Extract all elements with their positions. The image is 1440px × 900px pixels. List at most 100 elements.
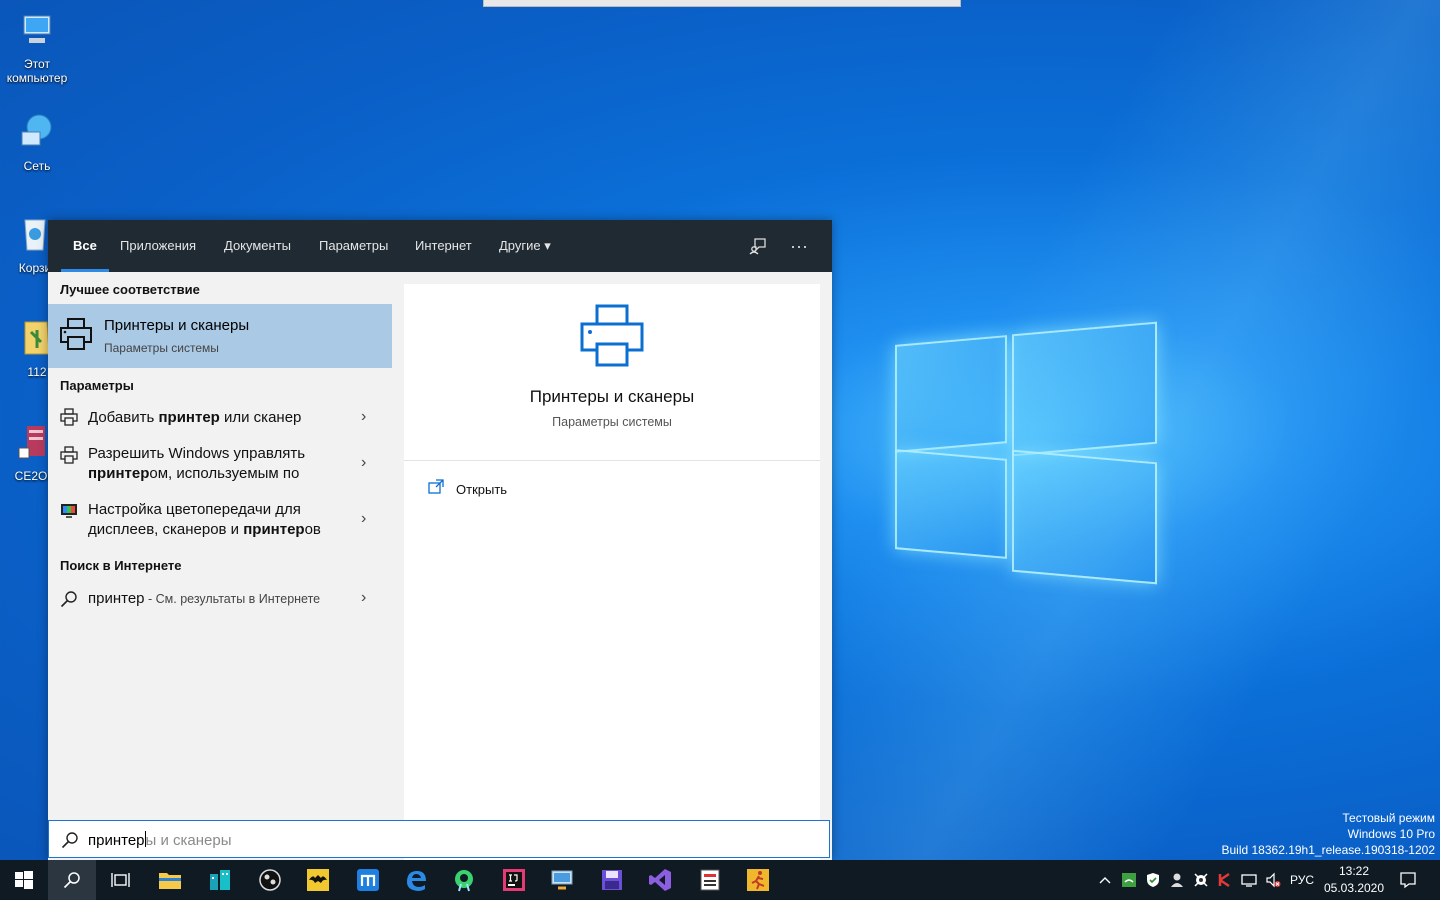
desktop-icon-network[interactable]: Сеть [0, 112, 76, 173]
feedback-icon[interactable] [744, 232, 772, 260]
start-icon [15, 871, 33, 889]
batman-app-icon [307, 869, 329, 891]
watermark-line: Build 18362.19h1_release.190318-1202 [1221, 843, 1435, 857]
search-icon [61, 832, 78, 849]
search-icon [63, 872, 80, 889]
settings-item-label: Разрешить Windows управлять принтером, ис… [88, 445, 306, 482]
open-icon [428, 479, 444, 494]
tab-documents[interactable]: Документы [224, 220, 291, 272]
obs-icon [259, 869, 281, 891]
intellij-icon [503, 869, 525, 891]
obs-button[interactable] [246, 860, 294, 900]
computer-icon [23, 15, 51, 43]
antivirus-icon [1218, 872, 1230, 888]
chevron-right-icon: › [361, 589, 367, 606]
tab-more[interactable]: Другие ▾ [499, 220, 551, 272]
settings-header: Параметры [60, 378, 134, 393]
tray-shield[interactable] [1142, 860, 1164, 900]
tray-agent[interactable] [1166, 860, 1188, 900]
more-icon[interactable]: ··· [785, 232, 813, 260]
preview-pane: Принтеры и сканеры Параметры системы Отк… [404, 284, 820, 860]
maxthon-button[interactable] [344, 860, 392, 900]
search-input-text: принтеры и сканеры [88, 831, 232, 849]
settings-item-color-management[interactable]: Настройка цветопередачи для дисплеев, ска… [48, 498, 392, 544]
tray-wifi-tool[interactable] [1118, 860, 1140, 900]
clock-time: 13:22 [1338, 864, 1370, 878]
network-tool-icon [551, 870, 573, 890]
network-icon [21, 114, 52, 146]
input-language-button[interactable]: РУС [1286, 860, 1318, 900]
chevron-up-icon [1099, 877, 1111, 884]
runner-app-icon [747, 869, 769, 891]
chevron-right-icon: › [361, 408, 367, 425]
save-disk-icon [602, 870, 622, 890]
best-match-title: Принтеры и сканеры [104, 317, 250, 334]
test-mode-watermark: Тестовый режим Windows 10 Pro Build 1836… [1221, 810, 1435, 858]
window-edge [483, 0, 961, 7]
batman-app-button[interactable] [294, 860, 342, 900]
tab-settings[interactable]: Параметры [319, 220, 388, 272]
taskbar-search-button[interactable] [48, 860, 96, 900]
show-hidden-icons-button[interactable] [1094, 860, 1116, 900]
tray-volume[interactable] [1262, 860, 1284, 900]
file-explorer-button[interactable] [146, 860, 194, 900]
action-center-button[interactable] [1392, 860, 1424, 900]
start-button[interactable] [0, 860, 48, 900]
intellij-button[interactable] [490, 860, 538, 900]
desktop-icon-label: Этот компьютер [6, 57, 68, 85]
edge-button[interactable] [392, 860, 440, 900]
settings-item-manage-default[interactable]: Разрешить Windows управлять принтером, ис… [48, 442, 392, 488]
preview-subtitle: Параметры системы [552, 415, 672, 429]
volume-muted-icon [1266, 872, 1281, 888]
clock[interactable]: 13:22 05.03.2020 [1318, 863, 1390, 897]
clock-date: 05.03.2020 [1323, 881, 1385, 895]
save-disk-button[interactable] [588, 860, 636, 900]
bug-icon [1194, 873, 1208, 887]
checklist-app-button[interactable] [686, 860, 734, 900]
agent-icon [1171, 873, 1183, 887]
search-input[interactable]: принтеры и сканеры [48, 820, 830, 858]
settings-item-add-printer[interactable]: Добавить принтер или сканер › [48, 404, 392, 434]
runner-app-button[interactable] [734, 860, 782, 900]
visual-studio-button[interactable] [636, 860, 684, 900]
task-view-button[interactable] [96, 860, 144, 900]
printer-icon [580, 304, 644, 367]
wifi-tool-icon [1122, 873, 1136, 887]
best-match-subtitle: Параметры системы [104, 341, 219, 355]
android-studio-icon [455, 870, 473, 892]
visual-studio-icon [649, 869, 671, 891]
tab-web[interactable]: Интернет [415, 220, 472, 272]
web-search-item[interactable]: принтер - См. результаты в Интернете › [48, 586, 392, 616]
tray-virus-scanner[interactable] [1190, 860, 1212, 900]
tray-display[interactable] [1238, 860, 1260, 900]
settings-item-label: Добавить принтер или сканер [88, 409, 302, 426]
maxthon-icon [357, 869, 379, 891]
shortcut-icon [18, 426, 45, 459]
best-match-header: Лучшее соответствие [60, 282, 200, 297]
file-explorer-icon [159, 873, 181, 889]
preview-title: Принтеры и сканеры [529, 387, 695, 406]
buildings-app-button[interactable] [196, 860, 244, 900]
divider [404, 460, 820, 461]
shield-icon [1147, 873, 1159, 887]
checklist-app-icon [700, 869, 720, 891]
watermark-line: Windows 10 Pro [1347, 827, 1435, 841]
color-monitor-icon [61, 504, 77, 518]
network-tool-button[interactable] [538, 860, 586, 900]
open-action[interactable]: Открыть [428, 479, 508, 497]
search-icon [60, 591, 77, 608]
task-view-icon [111, 873, 130, 887]
windows-logo [895, 318, 1157, 585]
printer-icon [60, 446, 78, 464]
search-panel: Все Приложения Документы Параметры Интер… [48, 220, 832, 860]
chevron-right-icon: › [361, 510, 367, 527]
android-studio-button[interactable] [440, 860, 488, 900]
settings-item-label: Настройка цветопередачи для дисплеев, ска… [88, 501, 321, 538]
tab-all[interactable]: Все [61, 220, 109, 272]
tab-apps[interactable]: Приложения [120, 220, 196, 272]
best-match-item[interactable]: Принтеры и сканеры Параметры системы [48, 304, 392, 368]
desktop-icon-this-pc[interactable]: Этот компьютер [0, 10, 76, 85]
open-label: Открыть [456, 482, 508, 497]
tray-antivirus[interactable] [1214, 860, 1236, 900]
edge-icon [407, 871, 426, 891]
